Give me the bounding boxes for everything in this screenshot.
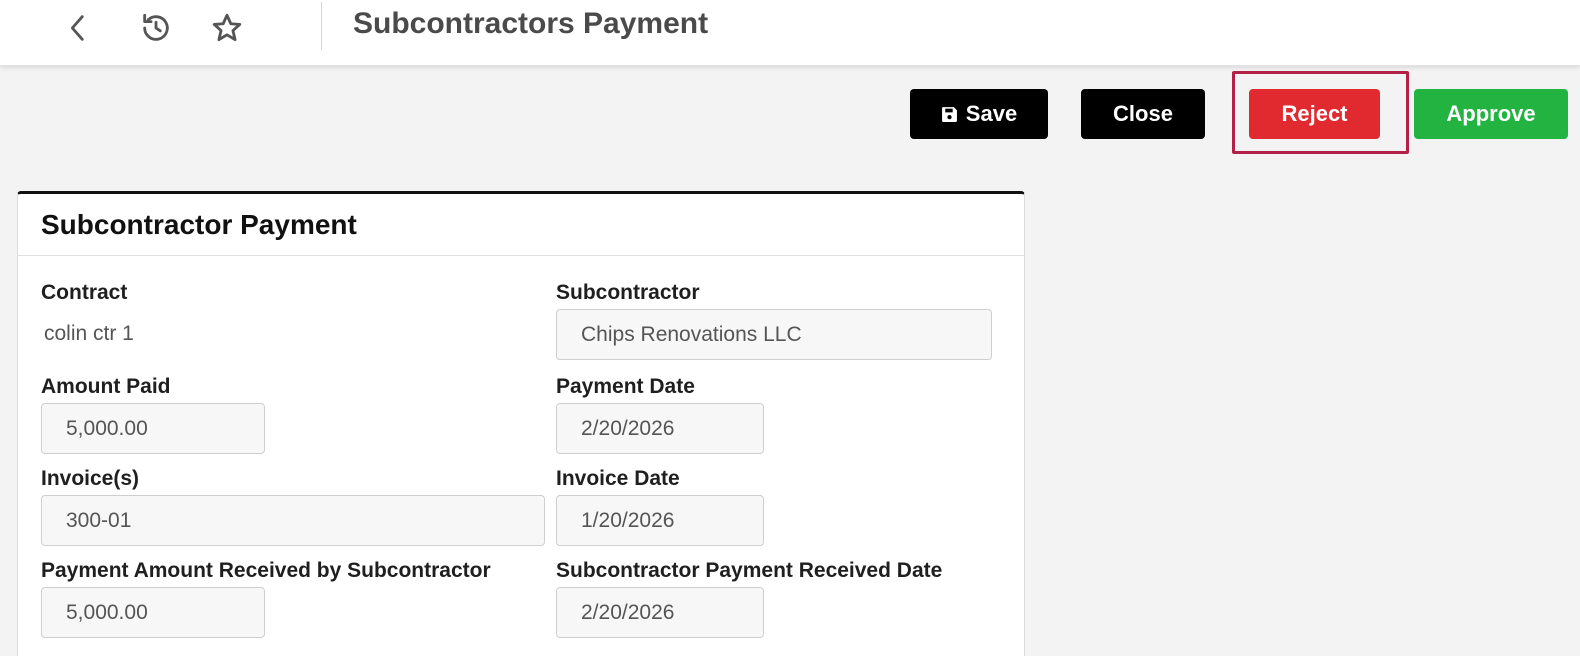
payment-date-label: Payment Date: [556, 375, 695, 398]
invoices-field[interactable]: 300-01: [41, 495, 545, 546]
save-button[interactable]: Save: [910, 89, 1048, 139]
subcontractor-payment-card: Subcontractor Payment Contract colin ctr…: [17, 191, 1025, 656]
reject-button[interactable]: Reject: [1249, 89, 1380, 139]
amount-received-field[interactable]: 5,000.00: [41, 587, 265, 638]
invoice-date-label: Invoice Date: [556, 467, 680, 490]
payment-date-field[interactable]: 2/20/2026: [556, 403, 764, 454]
received-date-field[interactable]: 2/20/2026: [556, 587, 764, 638]
star-icon[interactable]: [207, 8, 247, 48]
contract-value: colin ctr 1: [44, 322, 134, 345]
approve-button[interactable]: Approve: [1414, 89, 1568, 139]
back-icon[interactable]: [58, 8, 98, 48]
history-icon[interactable]: [136, 8, 176, 48]
invoices-label: Invoice(s): [41, 467, 140, 490]
invoice-date-field[interactable]: 1/20/2026: [556, 495, 764, 546]
contract-label: Contract: [41, 281, 128, 304]
page-title: Subcontractors Payment: [353, 7, 709, 40]
amount-paid-field[interactable]: 5,000.00: [41, 403, 265, 454]
amount-paid-label: Amount Paid: [41, 375, 171, 398]
card-header: Subcontractor Payment: [18, 194, 1024, 256]
close-button[interactable]: Close: [1081, 89, 1205, 139]
amount-received-label: Payment Amount Received by Subcontractor: [41, 559, 491, 582]
card-title: Subcontractor Payment: [41, 208, 357, 240]
top-bar: Subcontractors Payment: [0, 0, 1580, 66]
subcontractor-label: Subcontractor: [556, 281, 700, 304]
save-icon: [941, 106, 957, 122]
save-label: Save: [965, 101, 1018, 126]
header-divider: [321, 2, 322, 50]
received-date-label: Subcontractor Payment Received Date: [556, 559, 943, 582]
subcontractor-field[interactable]: Chips Renovations LLC: [556, 309, 992, 360]
